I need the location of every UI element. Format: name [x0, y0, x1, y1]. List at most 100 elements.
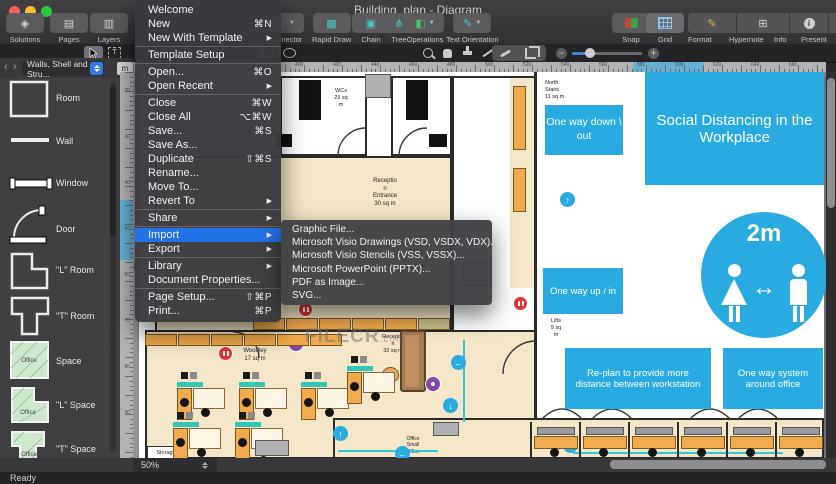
toolbar-label: Snap — [622, 35, 640, 44]
library-next-button[interactable]: › — [13, 61, 17, 73]
zoom-out-button[interactable]: − — [556, 48, 567, 59]
format-painter-tool[interactable] — [496, 46, 515, 60]
toolbar-button-snap[interactable]: Snap — [612, 13, 650, 44]
chain-icon: ▣ — [366, 17, 376, 30]
toolbar-button-info[interactable]: i — [790, 13, 829, 33]
ruler-tick — [399, 65, 400, 72]
ruler-tick — [437, 65, 438, 72]
submenu-item-visio-drawings[interactable]: Microsoft Visio Drawings (VSD, VSDX, VDX… — [281, 236, 492, 249]
status-text: Ready — [10, 473, 36, 483]
horizontal-scrollbar-thumb[interactable] — [610, 460, 826, 469]
direction-marker-blue: ↑ — [333, 426, 348, 441]
pan-tool[interactable] — [438, 46, 457, 60]
menu-item-duplicate[interactable]: Duplicate⇧⌘S — [135, 152, 281, 166]
submenu-item-graphic-file[interactable]: Graphic File... — [281, 223, 492, 236]
room-label-lifts: Lifts 9 sq m — [541, 318, 571, 339]
sign-one-way-system[interactable]: One way system around office — [723, 348, 823, 409]
window-shape-icon — [8, 170, 54, 198]
submenu-item-powerpoint[interactable]: Microsoft PowerPoint (PPTX)... — [281, 263, 492, 276]
menu-item-revert-to[interactable]: Revert To▶ — [135, 194, 281, 208]
workstation-cubicle — [775, 422, 824, 458]
ellipse-tool[interactable] — [280, 46, 299, 60]
info-icon: i — [804, 18, 815, 29]
zoom-level-stepper[interactable] — [200, 460, 209, 470]
sign-2m-distance[interactable]: 2m ↔ — [701, 212, 826, 338]
menu-item-import[interactable]: Import▶ — [135, 228, 281, 242]
toolbar-label: Tree — [391, 35, 406, 44]
toolbar-button-solutions[interactable]: ◈ Solutions — [6, 13, 44, 44]
toolbar-button-present[interactable]: ▶ — [829, 13, 836, 33]
vertical-scrollbar-thumb[interactable] — [827, 78, 835, 208]
menu-item-new-with-template[interactable]: New With Template▶ — [135, 31, 281, 45]
ruler-tick-label: 20 — [124, 88, 130, 94]
ruler-tick-label: 560 — [599, 62, 607, 68]
zoom-tool[interactable] — [418, 46, 437, 60]
toolbar-button-rapid-draw[interactable]: ▦ Rapid Draw — [312, 13, 351, 44]
submenu-item-svg[interactable]: SVG... — [281, 289, 492, 302]
toolbar-label: Format — [688, 35, 729, 44]
shape-item-label: Door — [56, 224, 76, 234]
ruler-tick — [125, 281, 133, 282]
conference-cabinet — [418, 318, 450, 330]
menu-item-share[interactable]: Share▶ — [135, 211, 281, 225]
library-prev-button[interactable]: ‹ — [4, 61, 8, 73]
l-room-shape-icon — [8, 250, 52, 292]
status-bar: Ready — [0, 472, 836, 484]
toolbar-button-text-orientation[interactable]: ✎▼ Text Orientation — [446, 13, 499, 44]
ruler-tick-label: 460 — [409, 62, 417, 68]
workstation-cubicle — [579, 422, 628, 458]
menu-item-open[interactable]: Open...⌘O — [135, 65, 281, 79]
menu-item-rename[interactable]: Rename... — [135, 166, 281, 180]
ruler-tick — [741, 65, 742, 72]
sidebar-scrollbar-thumb[interactable] — [110, 86, 116, 236]
menu-item-export[interactable]: Export▶ — [135, 242, 281, 256]
menu-item-close[interactable]: Close⌘W — [135, 96, 281, 110]
toolbar-label: Pages — [58, 35, 79, 44]
menu-separator — [135, 288, 281, 289]
import-submenu: Graphic File... Microsoft Visio Drawings… — [281, 220, 492, 305]
toolbar-label: Chain — [361, 35, 381, 44]
toolbar-label: Grid — [658, 35, 672, 44]
toolbar-button-operations[interactable]: ◧▼ Operations — [406, 13, 444, 44]
menu-separator — [135, 257, 281, 258]
submenu-item-visio-stencils[interactable]: Microsoft Visio Stencils (VSS, VSSX)... — [281, 249, 492, 262]
sign-social-distancing[interactable]: Social Distancing in the Workplace — [645, 72, 824, 185]
toolbar-label: Text Orientation — [446, 35, 499, 44]
menu-item-document-properties[interactable]: Document Properties... — [135, 273, 281, 287]
submenu-item-pdf-as-image[interactable]: PDF as Image... — [281, 276, 492, 289]
menu-item-move-to[interactable]: Move To... — [135, 180, 281, 194]
sign-replan[interactable]: Re-plan to provide more distance between… — [565, 348, 711, 409]
menu-item-template-setup[interactable]: Template Setup — [135, 48, 281, 62]
svg-text:Office: Office — [20, 410, 36, 416]
menu-item-welcome[interactable]: Welcome — [135, 3, 281, 17]
menu-item-library[interactable]: Library▶ — [135, 259, 281, 273]
menu-item-save-as[interactable]: Save As... — [135, 138, 281, 152]
ruler-tick — [570, 65, 571, 72]
toolbar-button-hypernote[interactable]: ⊞ — [737, 13, 790, 33]
toolbar-label: Operations — [407, 35, 444, 44]
toolbar-button-pages[interactable]: ▤ Pages — [50, 13, 88, 44]
menu-item-page-setup[interactable]: Page Setup...⇧⌘P — [135, 290, 281, 304]
grid-icon — [658, 17, 672, 29]
service-block — [433, 422, 459, 436]
menu-item-new[interactable]: New⌘N — [135, 17, 281, 31]
sign-one-way-down[interactable]: One way down \ out — [545, 105, 623, 155]
menu-item-print[interactable]: Print...⌘P — [135, 304, 281, 318]
toolbar-button-grid[interactable]: Grid — [646, 13, 684, 44]
ruler-tick — [125, 357, 133, 358]
toolbar-button-layers[interactable]: ▥ Layers — [90, 13, 128, 44]
submenu-arrow-icon: ▶ — [267, 82, 272, 90]
crop-tool[interactable] — [521, 46, 540, 60]
stamp-tool[interactable] — [458, 46, 477, 60]
menu-item-open-recent[interactable]: Open Recent▶ — [135, 79, 281, 93]
floor-plan-shaft — [365, 74, 391, 98]
file-menu: Welcome New⌘N New With Template▶ Templat… — [135, 0, 281, 322]
ruler-tick — [285, 65, 286, 72]
zoom-slider-thumb[interactable] — [585, 48, 595, 58]
operations-icon: ◧ — [415, 17, 425, 30]
menu-item-save[interactable]: Save...⌘S — [135, 124, 281, 138]
library-dropdown-stepper[interactable] — [90, 62, 103, 75]
toolbar-button-format[interactable]: ✎ — [688, 13, 737, 33]
menu-item-close-all[interactable]: Close All⌥⌘W — [135, 110, 281, 124]
zoom-in-button[interactable]: + — [648, 48, 659, 59]
